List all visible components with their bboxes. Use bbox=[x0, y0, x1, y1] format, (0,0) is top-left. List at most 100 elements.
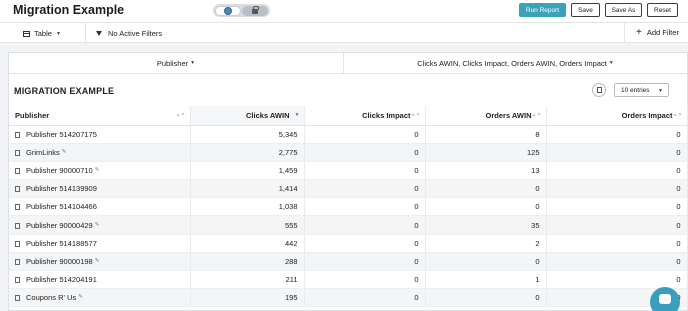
document-icon[interactable] bbox=[15, 149, 20, 156]
metrics-dropdown[interactable]: Clicks AWIN, Clicks Impact, Orders AWIN,… bbox=[344, 53, 687, 73]
edit-icon[interactable]: ✎ bbox=[95, 167, 100, 173]
table-row[interactable]: Publisher 514207175 5,345 0 8 0 bbox=[9, 125, 688, 144]
document-icon[interactable] bbox=[15, 240, 20, 247]
cell-clicks-awin: 211 bbox=[190, 270, 305, 290]
document-icon[interactable] bbox=[15, 186, 20, 193]
export-button[interactable] bbox=[592, 83, 606, 97]
plus-icon: + bbox=[636, 26, 642, 38]
cell-clicks-awin-value: 1,038 bbox=[278, 202, 298, 212]
view-selector[interactable]: Table ▼ bbox=[23, 29, 61, 38]
cell-orders-awin: 13 bbox=[425, 161, 547, 181]
cell-publisher-value: Publisher 90000710 bbox=[26, 165, 93, 175]
cell-orders-awin: 35 bbox=[425, 215, 547, 235]
cell-publisher-value: Publisher 514139909 bbox=[26, 184, 97, 194]
reset-button[interactable]: Reset bbox=[647, 3, 678, 17]
cell-publisher[interactable]: Publisher 90000710 ✎ bbox=[9, 161, 191, 181]
table-row[interactable]: Publisher 514139909 1,414 0 0 0 bbox=[9, 179, 688, 199]
edit-icon[interactable]: ✎ bbox=[62, 149, 67, 155]
cell-clicks-awin: 442 bbox=[190, 234, 305, 253]
cell-publisher[interactable]: Publisher 514104466 bbox=[9, 197, 191, 217]
report-card: Publisher ▼ Clicks AWIN, Clicks Impact, … bbox=[8, 52, 688, 311]
cell-publisher[interactable]: Publisher 90000429 ✎ bbox=[9, 215, 191, 235]
document-icon[interactable] bbox=[15, 258, 20, 265]
cell-clicks-impact-value: 0 bbox=[414, 147, 419, 157]
table-row[interactable]: GrimLinks ✎ 2,775 0 125 0 bbox=[9, 143, 688, 162]
cell-orders-impact-value: 0 bbox=[676, 202, 681, 212]
cell-clicks-awin-value: 2,775 bbox=[278, 147, 298, 157]
cell-orders-awin: 0 bbox=[425, 288, 547, 308]
edit-icon[interactable]: ✎ bbox=[95, 222, 100, 228]
cell-publisher[interactable]: Publisher 514188577 bbox=[9, 234, 191, 253]
cell-clicks-impact: 0 bbox=[304, 197, 426, 217]
cell-orders-awin-value: 0 bbox=[535, 184, 540, 194]
private-option[interactable] bbox=[242, 5, 268, 16]
document-icon[interactable] bbox=[15, 131, 20, 138]
cell-orders-awin-value: 0 bbox=[535, 256, 540, 266]
cell-publisher[interactable]: Publisher 514204191 bbox=[9, 270, 191, 290]
chevron-down-icon: ▼ bbox=[55, 30, 61, 37]
cell-publisher-value: Publisher 90000429 bbox=[26, 220, 93, 230]
cell-orders-awin: 2 bbox=[425, 234, 547, 253]
entries-select[interactable]: 10 entries ▼ bbox=[614, 83, 669, 97]
cell-clicks-impact-value: 0 bbox=[414, 256, 419, 266]
filter-icon bbox=[96, 31, 102, 36]
public-option[interactable] bbox=[214, 5, 241, 16]
document-icon[interactable] bbox=[15, 277, 20, 284]
table-row[interactable]: Publisher 514188577 442 0 2 0 bbox=[9, 234, 688, 253]
add-filter-button[interactable]: + Add Filter bbox=[636, 26, 679, 38]
cell-clicks-impact: 0 bbox=[304, 270, 426, 290]
table-row[interactable]: Publisher 90000710 ✎ 1,459 0 13 0 bbox=[9, 161, 688, 181]
filter-summary[interactable]: No Active Filters bbox=[96, 29, 162, 38]
cell-orders-impact-value: 0 bbox=[676, 184, 681, 194]
visibility-toggle[interactable] bbox=[213, 4, 270, 17]
cell-orders-impact-value: 0 bbox=[676, 220, 681, 230]
cell-clicks-impact-value: 0 bbox=[414, 293, 419, 303]
column-header-publisher[interactable]: Publisher ▲▼ bbox=[9, 106, 191, 126]
cell-orders-impact: 0 bbox=[546, 234, 688, 253]
cell-clicks-impact: 0 bbox=[304, 288, 426, 308]
cell-orders-impact-value: 0 bbox=[676, 238, 681, 248]
column-header-orders-awin[interactable]: Orders AWIN ▲▼ bbox=[425, 106, 547, 126]
column-header-orders-impact[interactable]: Orders Impact ▲▼ bbox=[546, 106, 688, 126]
cell-clicks-awin-value: 1,414 bbox=[278, 184, 298, 194]
cell-publisher[interactable]: Publisher 514207175 bbox=[9, 125, 191, 144]
chat-button[interactable] bbox=[650, 287, 680, 311]
table-row[interactable]: Publisher 90000198 ✎ 288 0 0 0 bbox=[9, 252, 688, 272]
table-row[interactable]: Publisher 90000429 ✎ 555 0 35 0 bbox=[9, 215, 688, 235]
cell-publisher[interactable]: Coupons R' Us ✎ bbox=[9, 288, 191, 308]
run-report-button[interactable]: Run Report bbox=[519, 3, 566, 17]
column-header-clicks-impact[interactable]: Clicks Impact ▲▼ bbox=[304, 106, 426, 126]
cell-orders-awin-value: 0 bbox=[535, 202, 540, 212]
cell-orders-awin: 125 bbox=[425, 143, 547, 162]
save-as-button[interactable]: Save As bbox=[605, 3, 642, 17]
cell-orders-awin-value: 0 bbox=[535, 293, 540, 303]
cell-orders-impact-value: 0 bbox=[676, 275, 681, 285]
edit-icon[interactable]: ✎ bbox=[78, 294, 83, 300]
cell-publisher[interactable]: GrimLinks ✎ bbox=[9, 143, 191, 162]
document-icon[interactable] bbox=[15, 167, 20, 174]
rows-label: Publisher bbox=[156, 58, 189, 68]
cell-clicks-awin-value: 288 bbox=[284, 256, 298, 266]
column-header-clicks-awin[interactable]: Clicks AWIN ▼ bbox=[190, 106, 305, 126]
page-title: Migration Example bbox=[13, 3, 125, 17]
toolbar: Table ▼ No Active Filters + Add Filter bbox=[0, 22, 688, 43]
document-icon[interactable] bbox=[15, 295, 20, 302]
table-row[interactable]: Publisher 514104466 1,038 0 0 0 bbox=[9, 197, 688, 217]
cell-publisher[interactable]: Publisher 90000198 ✎ bbox=[9, 252, 191, 272]
table-row[interactable]: Publisher 514204191 211 0 1 0 bbox=[9, 270, 688, 290]
cell-clicks-impact: 0 bbox=[304, 215, 426, 235]
document-icon[interactable] bbox=[15, 204, 20, 211]
save-button[interactable]: Save bbox=[571, 3, 600, 17]
table-row[interactable]: Coupons R' Us✎195000 bbox=[9, 288, 688, 308]
cell-clicks-awin: 555 bbox=[190, 215, 305, 235]
sort-icon: ▲▼ bbox=[175, 112, 186, 118]
cell-clicks-impact-value: 0 bbox=[414, 220, 419, 230]
cell-orders-impact: 0 bbox=[546, 143, 688, 162]
cell-orders-impact: 0 bbox=[546, 125, 688, 144]
divider bbox=[85, 23, 86, 42]
cell-publisher[interactable]: Publisher 514139909 bbox=[9, 179, 191, 199]
document-icon[interactable] bbox=[15, 222, 20, 229]
cell-clicks-awin: 288 bbox=[190, 252, 305, 272]
edit-icon[interactable]: ✎ bbox=[95, 258, 100, 264]
rows-dropdown[interactable]: Publisher ▼ bbox=[9, 53, 344, 73]
